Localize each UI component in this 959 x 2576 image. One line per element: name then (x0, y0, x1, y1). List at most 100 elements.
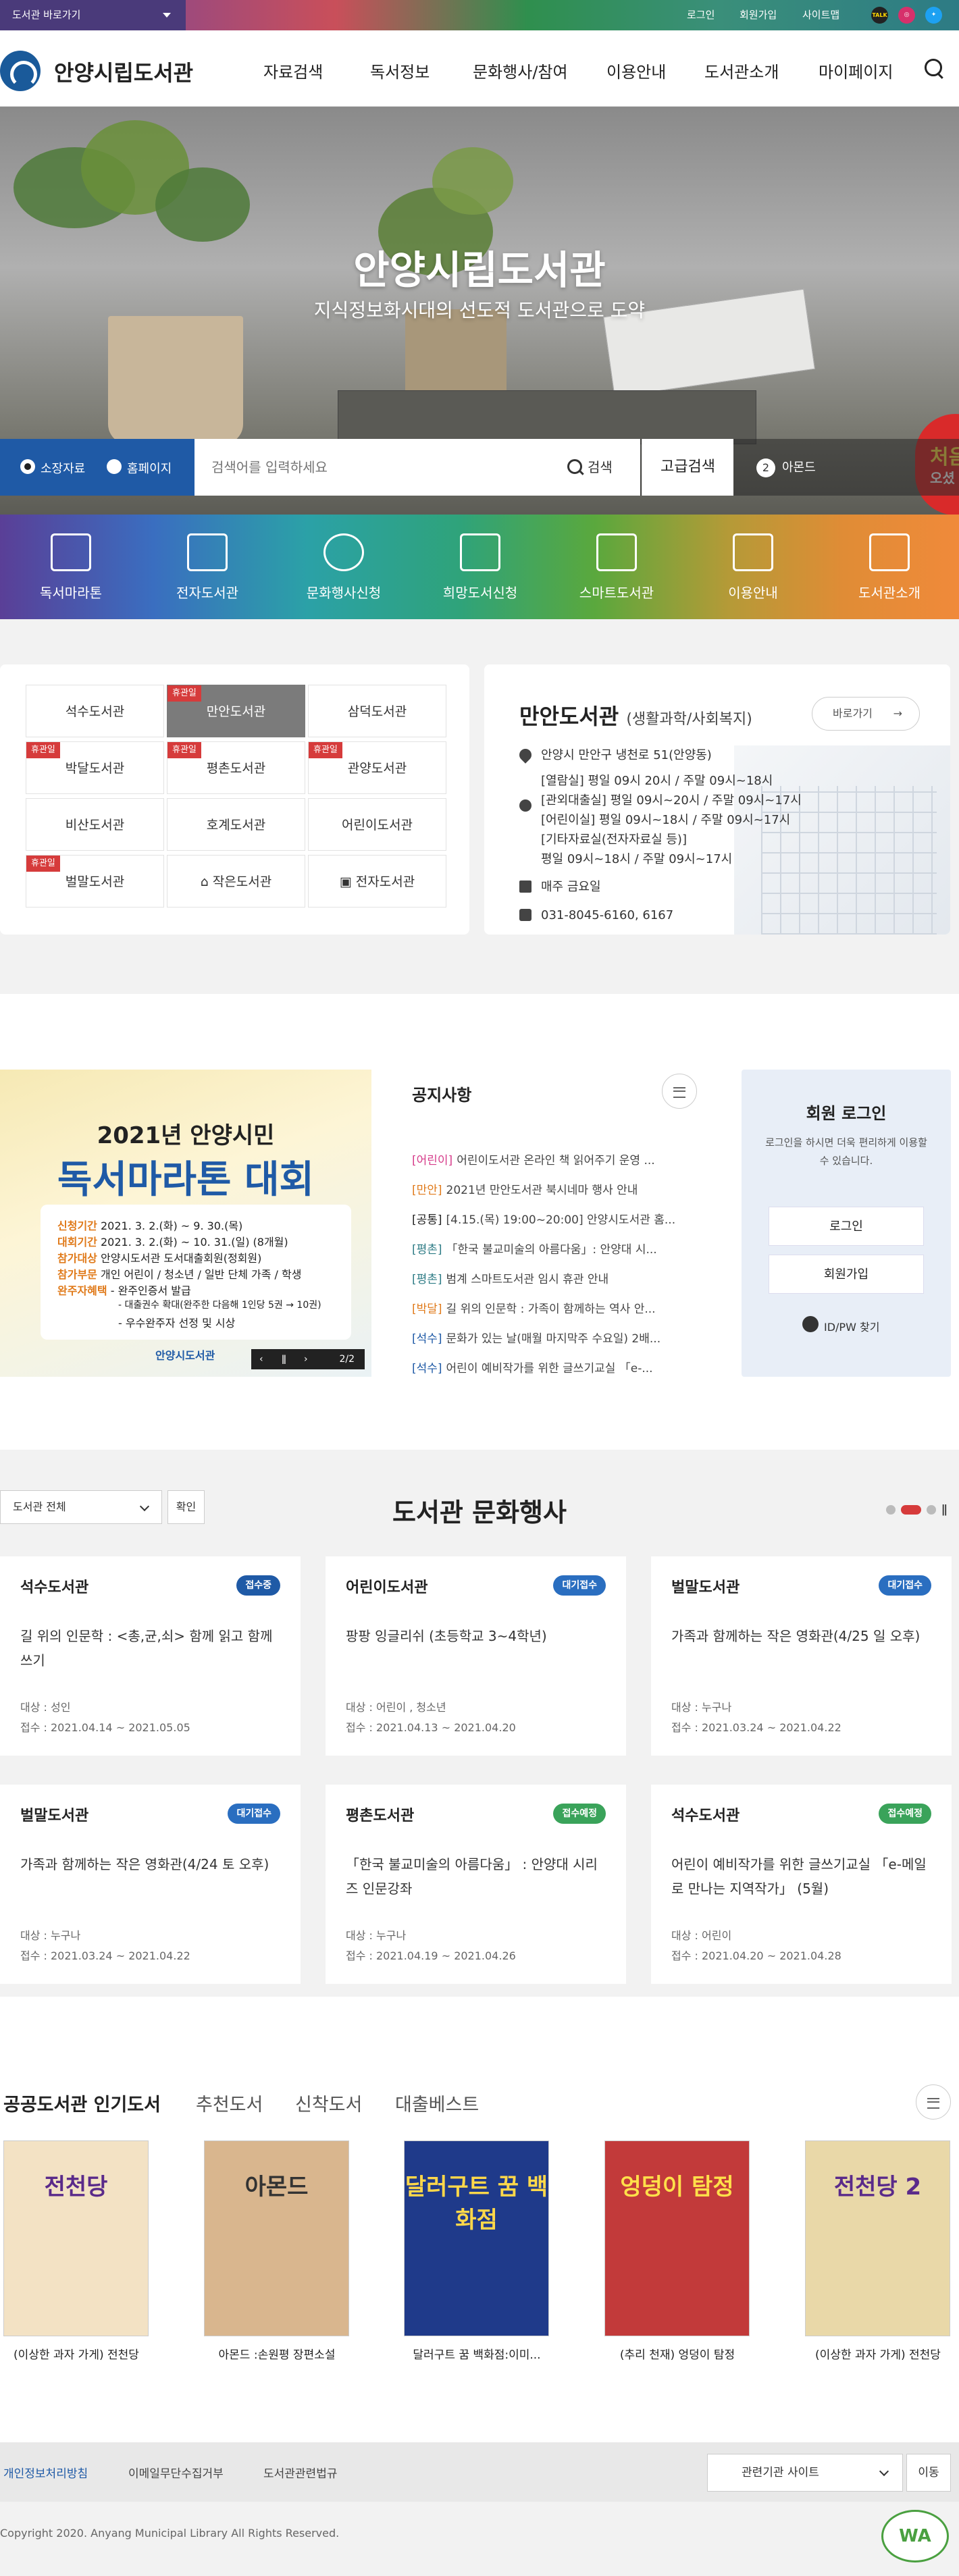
quick-smart-library[interactable]: 스마트도서관 (549, 515, 684, 619)
smart-library-icon (596, 533, 637, 571)
popular-keyword[interactable]: 2 아몬드 (756, 458, 816, 477)
next-icon[interactable]: › (304, 1349, 308, 1369)
instagram-icon[interactable]: ◎ (898, 7, 915, 24)
related-go-button[interactable]: 이동 (906, 2454, 951, 2492)
advanced-search-button[interactable]: 고급검색 (642, 439, 733, 496)
event-target: 대상 : 누구나 (20, 1929, 81, 1942)
quick-menu: 독서마라톤 전자도서관 문화행사신청 희망도서신청 스마트도서관 이용안내 도서… (0, 515, 959, 619)
library-tab-bisan[interactable]: 비산도서관 (26, 798, 164, 851)
library-tab-electronic[interactable]: ▣ 전자도서관 (308, 855, 446, 908)
slider-dot[interactable] (886, 1505, 896, 1515)
event-card[interactable]: 평촌도서관 접수예정 「한국 불교미술의 아름다움」 : 안양대 시리즈 인문강좌 대… (326, 1785, 626, 1984)
search-button[interactable]: 검색 (554, 439, 640, 496)
top-login-link[interactable]: 로그인 (687, 0, 715, 30)
tab-loan-best[interactable]: 대출베스트 (395, 2090, 479, 2116)
event-card[interactable]: 벌말도서관 대기접수 가족과 함께하는 작은 영화관(4/24 토 오후) 대상 : … (0, 1785, 301, 1984)
notice-item[interactable]: [어린이] 어린이도서관 온라인 책 읽어주기 운영 ... (412, 1151, 699, 1167)
related-sites-select[interactable]: 관련기관 사이트 (707, 2454, 903, 2492)
book-title[interactable]: 달러구트 꿈 백화점:이미... (389, 2345, 565, 2362)
quick-culture-apply[interactable]: 문화행사신청 (276, 515, 411, 619)
login-button[interactable]: 로그인 (769, 1207, 924, 1246)
notice-more-icon[interactable] (662, 1074, 697, 1109)
event-title: 가족과 함께하는 작은 영화관(4/25 일 오후) (671, 1628, 921, 1644)
event-card[interactable]: 석수도서관 접수예정 어린이 예비작가를 위한 글쓰기교실 「e-메일로 만나는 지… (651, 1785, 952, 1984)
nav-item-about[interactable]: 도서관소개 (704, 59, 779, 82)
pause-icon[interactable]: ǁ (282, 1349, 286, 1369)
quick-reading-marathon[interactable]: 독서마라톤 (3, 515, 138, 619)
notice-item[interactable]: [석수] 문화가 있는 날(매월 마지막주 수요일) 2배... (412, 1329, 699, 1346)
slider-dot[interactable] (927, 1505, 936, 1515)
top-join-link[interactable]: 회원가입 (740, 0, 777, 30)
quick-guide[interactable]: 이용안내 (685, 515, 821, 619)
book-title[interactable]: (이상한 과자 가게) 전천당 (790, 2345, 959, 2362)
book-title[interactable]: (이상한 과자 가게) 전천당 (0, 2345, 164, 2362)
banner-line: 참가대상 안양시도서관 도서대출회원(정회원) (57, 1249, 261, 1265)
radio-homepage[interactable]: 홈페이지 (107, 459, 172, 477)
notice-item[interactable]: [평촌] 「한국 불교미술의 아름다움」: 안양대 시... (412, 1240, 699, 1257)
notice-item[interactable]: [만안] 2021년 만안도서관 북시네마 행사 안내 (412, 1180, 699, 1197)
nav-item-mypage[interactable]: 마이페이지 (819, 59, 893, 82)
book-cover[interactable]: 엉덩이 탐정 (604, 2140, 750, 2336)
radio-holdings[interactable]: 소장자료 (20, 459, 85, 477)
quick-menu-label: 독서마라톤 (40, 585, 102, 601)
library-go-button[interactable]: 바로가기 (812, 697, 920, 731)
quick-book-request[interactable]: 희망도서신청 (413, 515, 548, 619)
nav-item-events[interactable]: 문화행사/참여 (473, 59, 568, 82)
quick-e-library[interactable]: 전자도서관 (140, 515, 275, 619)
tab-new-arrivals[interactable]: 신착도서 (295, 2090, 362, 2116)
books-more-icon[interactable] (916, 2084, 951, 2120)
library-tab-small[interactable]: ⌂ 작은도서관 (167, 855, 305, 908)
event-card[interactable]: 어린이도서관 대기접수 팡팡 잉글리쉬 (초등학교 3~4학년) 대상 : 어린이 ,… (326, 1556, 626, 1756)
privacy-policy-link[interactable]: 개인정보처리방침 (3, 2464, 88, 2481)
library-tab-beolmal[interactable]: 휴관일 벌말도서관 (26, 855, 164, 908)
slider-dot-active[interactable] (901, 1505, 921, 1515)
site-header: 안양시립도서관 자료검색 독서정보 문화행사/참여 이용안내 도서관소개 마이페… (0, 30, 959, 107)
reading-marathon-banner[interactable]: 2021년 안양시민 독서마라톤 대회 신청기간 2021. 3. 2.(화) … (0, 1070, 371, 1377)
book-tabs: 공공도서관 인기도서 추천도서 신착도서 대출베스트 (0, 2090, 959, 2117)
find-id-pw-link[interactable]: ID/PW 찾기 (802, 1316, 879, 1334)
quick-about[interactable]: 도서관소개 (822, 515, 957, 619)
nav-item-guide[interactable]: 이용안내 (606, 59, 666, 82)
pause-icon[interactable]: ǁ (941, 1502, 948, 1517)
header-search-icon[interactable] (923, 57, 946, 80)
tab-recommended[interactable]: 추천도서 (196, 2090, 263, 2116)
library-tab-seoksu[interactable]: 석수도서관 (26, 685, 164, 737)
top-sitemap-link[interactable]: 사이트맵 (802, 0, 839, 30)
library-law-link[interactable]: 도서관관련법규 (263, 2464, 337, 2481)
quick-menu-label: 스마트도서관 (579, 585, 654, 601)
notice-category: [석수] (412, 1362, 442, 1375)
event-card[interactable]: 벌말도서관 대기접수 가족과 함께하는 작은 영화관(4/25 일 오후) 대상 : … (651, 1556, 952, 1756)
book-cover[interactable]: 아몬드 (204, 2140, 349, 2336)
library-quick-select[interactable]: 도서관 바로가기 (0, 0, 186, 30)
event-period: 접수 : 2021.04.19 ~ 2021.04.26 (346, 1949, 516, 1962)
tab-popular-books[interactable]: 공공도서관 인기도서 (3, 2090, 161, 2116)
library-tab-bakdal[interactable]: 휴관일 박달도서관 (26, 741, 164, 794)
book-cover[interactable]: 전천당 2 (805, 2140, 950, 2336)
twitter-icon[interactable]: ✦ (925, 7, 942, 24)
email-policy-link[interactable]: 이메일무단수집거부 (128, 2464, 224, 2481)
banner-title: 독서마라톤 대회 (57, 1158, 315, 1202)
event-card[interactable]: 석수도서관 접수중 길 위의 인문학 : <총,균,쇠> 함께 읽고 함께 쓰기 대상… (0, 1556, 301, 1756)
library-tab-manan[interactable]: 휴관일 만안도서관 (167, 685, 305, 737)
prev-icon[interactable]: ‹ (259, 1349, 263, 1369)
chevron-down-icon (163, 13, 171, 18)
library-tab-hogye[interactable]: 호계도서관 (167, 798, 305, 851)
kakaotalk-icon[interactable]: TALK (871, 7, 888, 24)
notice-item[interactable]: [박달] 길 위의 인문학 : 가족이 함께하는 역사 안... (412, 1299, 699, 1316)
join-button[interactable]: 회원가입 (769, 1255, 924, 1294)
book-title[interactable]: (추리 천재) 엉덩이 탐정 (590, 2345, 765, 2362)
book-cover[interactable]: 전천당 (3, 2140, 149, 2336)
notice-text: 길 위의 인문학 : 가족이 함께하는 역사 안... (446, 1303, 656, 1316)
library-tab-samdeok[interactable]: 삼덕도서관 (308, 685, 446, 737)
notice-item[interactable]: [공통] [4.15.(목) 19:00~20:00] 안양시도서관 홈... (412, 1210, 699, 1227)
library-tab-children[interactable]: 어린이도서관 (308, 798, 446, 851)
notice-item[interactable]: [평촌] 범계 스마트도서관 임시 휴관 안내 (412, 1269, 699, 1286)
notice-item[interactable]: [석수] 어린이 예비작가를 위한 글쓰기교실 「e-... (412, 1359, 699, 1375)
nav-item-search[interactable]: 자료검색 (263, 59, 323, 82)
library-tab-pyeongchon[interactable]: 휴관일 평촌도서관 (167, 741, 305, 794)
book-title[interactable]: 아몬드 :손원평 장편소설 (189, 2345, 365, 2362)
book-cover[interactable]: 달러구트 꿈 백화점 (404, 2140, 549, 2336)
library-tel-row: 031-8045-6160, 6167 (519, 905, 673, 925)
library-tab-gwanyang[interactable]: 휴관일 관양도서관 (308, 741, 446, 794)
nav-item-reading[interactable]: 독서정보 (370, 59, 430, 82)
